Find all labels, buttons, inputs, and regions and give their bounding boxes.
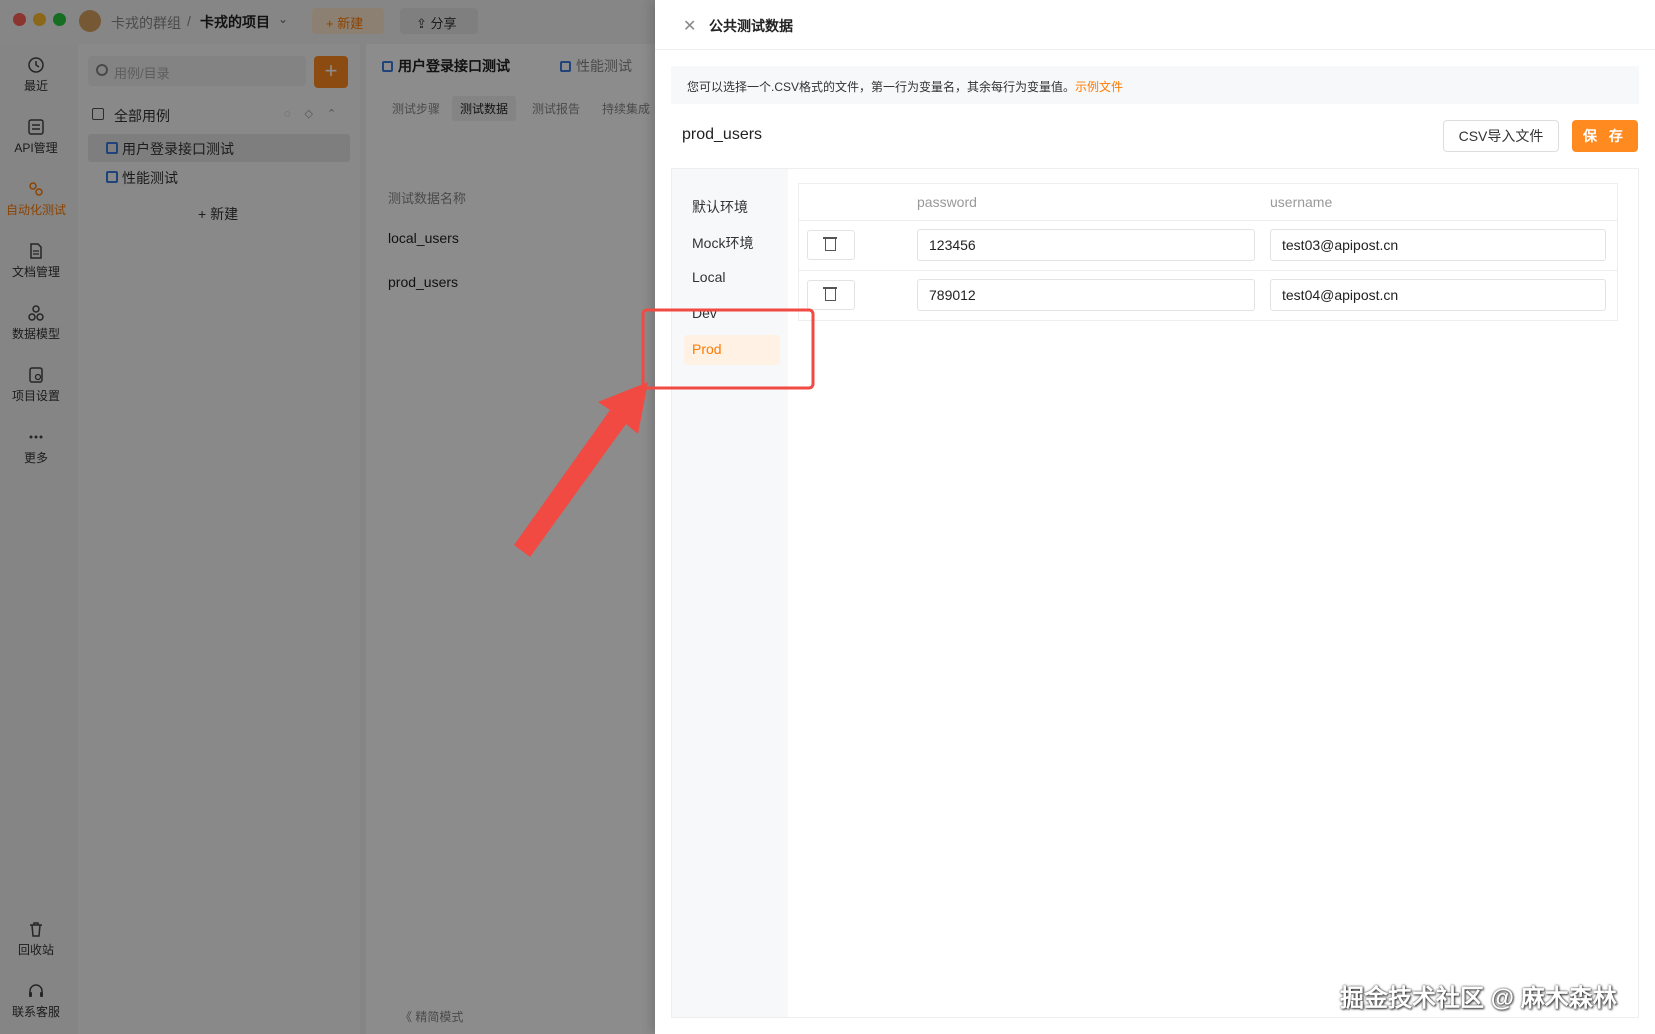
trash-icon bbox=[823, 237, 837, 251]
csv-hint-text: 您可以选择一个.CSV格式的文件，第一行为变量名，其余每行为变量值。 bbox=[687, 80, 1076, 94]
column-header-username: username bbox=[1270, 194, 1333, 210]
username-input[interactable]: test03@apipost.cn bbox=[1270, 229, 1606, 261]
trash-icon bbox=[823, 287, 837, 301]
delete-row-button[interactable] bbox=[807, 230, 855, 260]
public-test-data-drawer: ✕ 公共测试数据 您可以选择一个.CSV格式的文件，第一行为变量名，其余每行为变… bbox=[655, 0, 1655, 1034]
close-icon[interactable]: ✕ bbox=[683, 16, 696, 36]
environment-list: 默认环境 Mock环境 Local Dev Prod bbox=[672, 169, 788, 1017]
csv-hint: 您可以选择一个.CSV格式的文件，第一行为变量名，其余每行为变量值。示例文件 bbox=[671, 66, 1639, 104]
test-data-editor: 默认环境 Mock环境 Local Dev Prod password user… bbox=[671, 168, 1639, 1018]
delete-row-button[interactable] bbox=[807, 280, 855, 310]
table-header: password username bbox=[798, 183, 1618, 221]
csv-import-button[interactable]: CSV导入文件 bbox=[1443, 120, 1559, 152]
env-item-default[interactable]: 默认环境 bbox=[684, 191, 780, 221]
sample-file-link[interactable]: 示例文件 bbox=[1075, 80, 1123, 94]
password-input[interactable]: 123456 bbox=[917, 229, 1255, 261]
drawer-title: 公共测试数据 bbox=[709, 18, 793, 34]
watermark: 掘金技术社区 @ 麻木森林 bbox=[1340, 985, 1617, 1012]
modal-overlay[interactable] bbox=[0, 0, 655, 1034]
column-header-password: password bbox=[917, 194, 977, 210]
password-input[interactable]: 789012 bbox=[917, 279, 1255, 311]
env-item-local[interactable]: Local bbox=[684, 263, 780, 293]
save-button[interactable]: 保 存 bbox=[1572, 120, 1638, 152]
username-input[interactable]: test04@apipost.cn bbox=[1270, 279, 1606, 311]
divider bbox=[655, 49, 1655, 50]
test-data-name: prod_users bbox=[682, 126, 763, 143]
table-row: 789012 test04@apipost.cn bbox=[798, 271, 1618, 321]
env-item-prod[interactable]: Prod bbox=[684, 335, 780, 365]
env-item-mock[interactable]: Mock环境 bbox=[684, 227, 780, 257]
table-row: 123456 test03@apipost.cn bbox=[798, 221, 1618, 271]
env-item-dev[interactable]: Dev bbox=[684, 299, 780, 329]
